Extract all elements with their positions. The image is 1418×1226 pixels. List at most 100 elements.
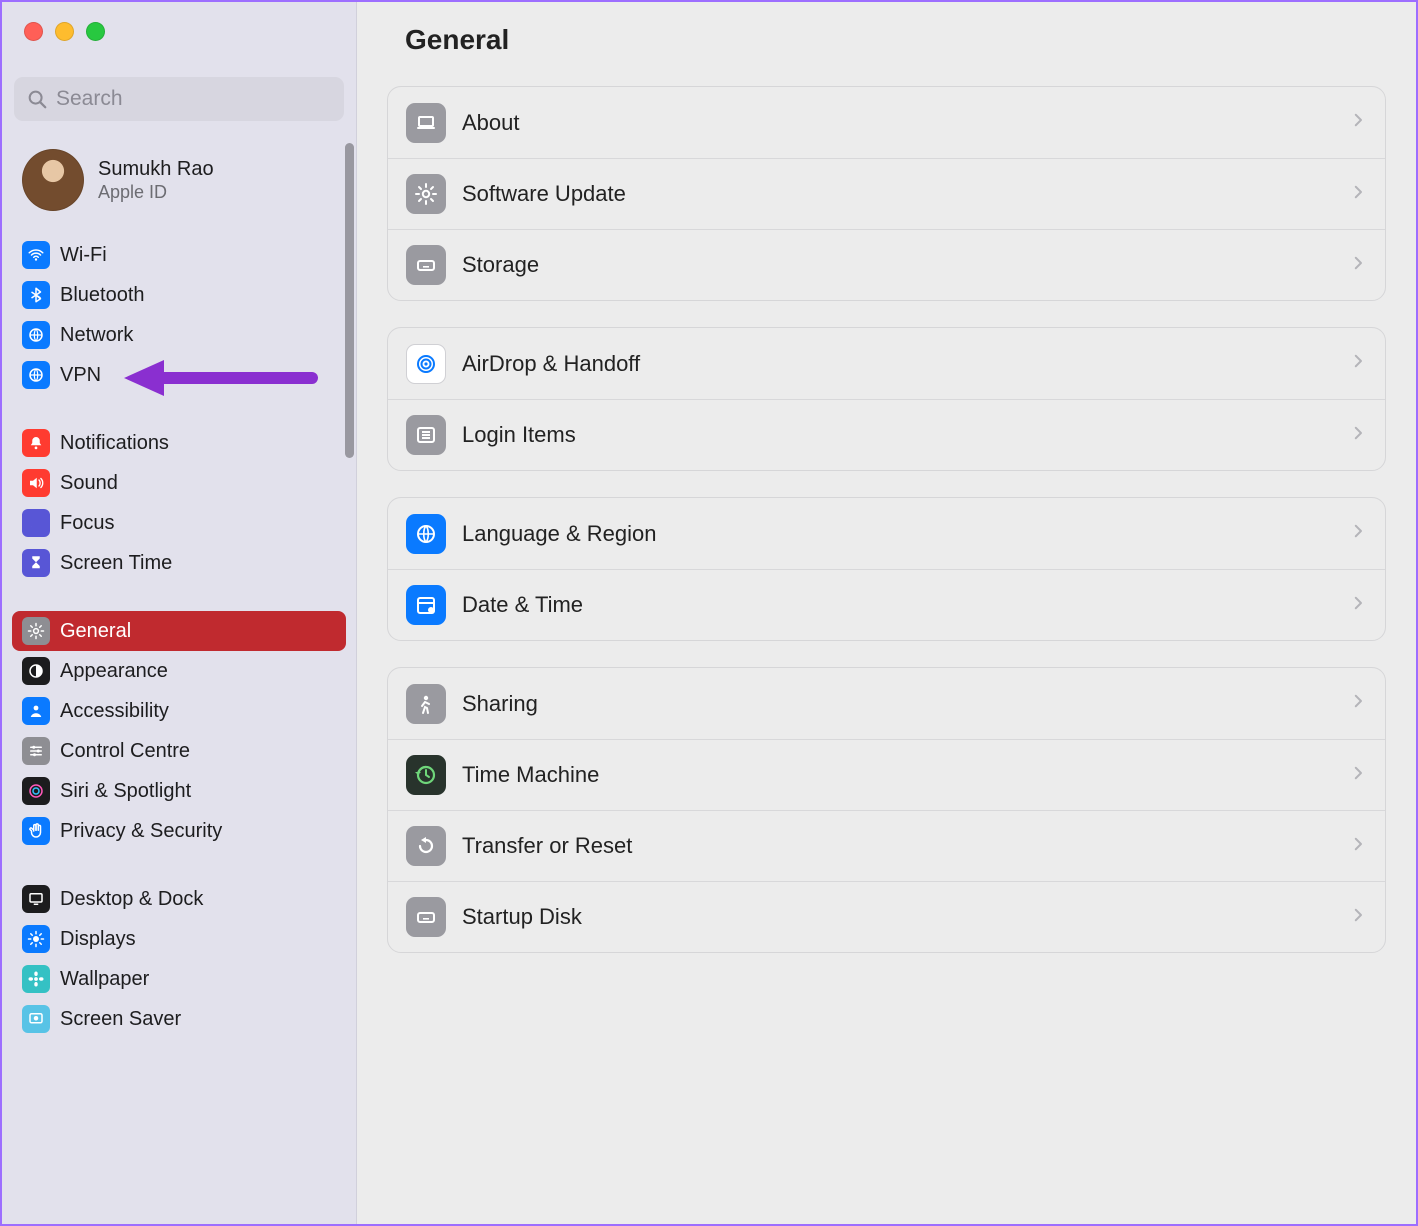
speaker-icon bbox=[22, 469, 50, 497]
search-input[interactable] bbox=[56, 87, 332, 111]
screensaver-icon bbox=[22, 1005, 50, 1033]
zoom-window-button[interactable] bbox=[86, 22, 105, 41]
sidebar-item-focus[interactable]: Focus bbox=[12, 503, 346, 543]
disk-icon bbox=[406, 897, 446, 937]
settings-row-software-update[interactable]: Software Update bbox=[388, 158, 1385, 229]
settings-panel: AboutSoftware Update Storage bbox=[387, 86, 1386, 301]
minimize-window-button[interactable] bbox=[55, 22, 74, 41]
sidebar-item-label: Bluetooth bbox=[60, 284, 145, 307]
settings-row-label: Date & Time bbox=[462, 592, 1333, 618]
sidebar-item-label: Screen Saver bbox=[60, 1008, 181, 1031]
sidebar-item-label: Wallpaper bbox=[60, 968, 149, 991]
settings-row-label: Language & Region bbox=[462, 521, 1333, 547]
sidebar-item-label: General bbox=[60, 620, 131, 643]
sidebar-item-screen-saver[interactable]: Screen Saver bbox=[12, 999, 346, 1039]
sidebar-item-wallpaper[interactable]: Wallpaper bbox=[12, 959, 346, 999]
chevron-right-icon bbox=[1349, 906, 1367, 929]
person-icon bbox=[22, 697, 50, 725]
chevron-right-icon bbox=[1349, 764, 1367, 787]
sidebar-item-desktop-dock[interactable]: Desktop & Dock bbox=[12, 879, 346, 919]
gear-icon bbox=[22, 617, 50, 645]
window-controls bbox=[2, 2, 356, 51]
sidebar-item-label: Wi-Fi bbox=[60, 244, 107, 267]
settings-row-label: Sharing bbox=[462, 691, 1333, 717]
desktop-icon bbox=[22, 885, 50, 913]
hand-icon bbox=[22, 817, 50, 845]
sidebar-item-network[interactable]: Network bbox=[12, 315, 346, 355]
close-window-button[interactable] bbox=[24, 22, 43, 41]
sidebar-group: Notifications Sound Focus Screen Time bbox=[12, 423, 346, 583]
reset-icon bbox=[406, 826, 446, 866]
laptop-icon bbox=[406, 103, 446, 143]
chevron-right-icon bbox=[1349, 424, 1367, 447]
wifi-icon bbox=[22, 241, 50, 269]
moon-icon bbox=[22, 509, 50, 537]
list-icon bbox=[406, 415, 446, 455]
settings-row-startup-disk[interactable]: Startup Disk bbox=[388, 881, 1385, 952]
chevron-right-icon bbox=[1349, 594, 1367, 617]
chevron-right-icon bbox=[1349, 835, 1367, 858]
disk-icon bbox=[406, 245, 446, 285]
bell-icon bbox=[22, 429, 50, 457]
settings-row-label: AirDrop & Handoff bbox=[462, 351, 1333, 377]
settings-row-sharing[interactable]: Sharing bbox=[388, 668, 1385, 739]
settings-row-time-machine[interactable]: Time Machine bbox=[388, 739, 1385, 810]
settings-row-airdrop-handoff[interactable]: AirDrop & Handoff bbox=[388, 328, 1385, 399]
settings-row-storage[interactable]: Storage bbox=[388, 229, 1385, 300]
sidebar-item-control-centre[interactable]: Control Centre bbox=[12, 731, 346, 771]
avatar bbox=[22, 149, 84, 211]
settings-panel: Sharing Time Machine Transfer or Reset Star… bbox=[387, 667, 1386, 953]
settings-row-transfer-or-reset[interactable]: Transfer or Reset bbox=[388, 810, 1385, 881]
sidebar-item-label: Privacy & Security bbox=[60, 820, 222, 843]
bluetooth-icon bbox=[22, 281, 50, 309]
sidebar-item-wi-fi[interactable]: Wi-Fi bbox=[12, 235, 346, 275]
sidebar-nav: Wi-Fi Bluetooth Network VPN Notifications Sou… bbox=[2, 231, 356, 1059]
account-name: Sumukh Rao bbox=[98, 157, 214, 182]
sidebar-item-general[interactable]: General bbox=[12, 611, 346, 651]
main-header: General bbox=[357, 2, 1416, 86]
main-content: General AboutSoftware Update Storage AirDr… bbox=[357, 2, 1416, 1224]
settings-window: Sumukh Rao Apple ID Wi-Fi Bluetooth Networ… bbox=[2, 2, 1416, 1224]
settings-row-label: Login Items bbox=[462, 422, 1333, 448]
sidebar-item-label: Appearance bbox=[60, 660, 168, 683]
chevron-right-icon bbox=[1349, 254, 1367, 277]
chevron-right-icon bbox=[1349, 352, 1367, 375]
settings-panel: Language & Region Date & Time bbox=[387, 497, 1386, 641]
gear-icon bbox=[406, 174, 446, 214]
sidebar-item-label: VPN bbox=[60, 364, 101, 387]
settings-row-language-region[interactable]: Language & Region bbox=[388, 498, 1385, 569]
sidebar-item-siri-spotlight[interactable]: Siri & Spotlight bbox=[12, 771, 346, 811]
sidebar-item-label: Focus bbox=[60, 512, 114, 535]
account-sub: Apple ID bbox=[98, 182, 214, 204]
settings-row-label: Startup Disk bbox=[462, 904, 1333, 930]
sidebar-item-accessibility[interactable]: Accessibility bbox=[12, 691, 346, 731]
search-field[interactable] bbox=[14, 77, 344, 121]
sidebar-item-notifications[interactable]: Notifications bbox=[12, 423, 346, 463]
settings-row-label: Transfer or Reset bbox=[462, 833, 1333, 859]
page-title: General bbox=[405, 24, 1378, 56]
sidebar-item-label: Screen Time bbox=[60, 552, 172, 575]
sidebar-group: General Appearance Accessibility Control Ce… bbox=[12, 611, 346, 851]
sidebar-item-bluetooth[interactable]: Bluetooth bbox=[12, 275, 346, 315]
chevron-right-icon bbox=[1349, 183, 1367, 206]
sidebar-item-displays[interactable]: Displays bbox=[12, 919, 346, 959]
settings-row-login-items[interactable]: Login Items bbox=[388, 399, 1385, 470]
settings-row-date-time[interactable]: Date & Time bbox=[388, 569, 1385, 640]
sidebar-item-label: Accessibility bbox=[60, 700, 169, 723]
chevron-right-icon bbox=[1349, 522, 1367, 545]
apple-id-row[interactable]: Sumukh Rao Apple ID bbox=[2, 131, 356, 231]
sidebar-item-label: Desktop & Dock bbox=[60, 888, 203, 911]
sidebar-item-privacy-security[interactable]: Privacy & Security bbox=[12, 811, 346, 851]
sun-icon bbox=[22, 925, 50, 953]
sidebar-item-label: Sound bbox=[60, 472, 118, 495]
sidebar-item-vpn[interactable]: VPN bbox=[12, 355, 346, 395]
settings-row-label: Storage bbox=[462, 252, 1333, 278]
search-icon bbox=[26, 88, 48, 110]
sidebar-scrollbar-thumb[interactable] bbox=[345, 143, 354, 458]
globe-icon bbox=[22, 361, 50, 389]
chevron-right-icon bbox=[1349, 111, 1367, 134]
sidebar-item-appearance[interactable]: Appearance bbox=[12, 651, 346, 691]
settings-row-about[interactable]: About bbox=[388, 87, 1385, 158]
sidebar-item-sound[interactable]: Sound bbox=[12, 463, 346, 503]
sidebar-item-screen-time[interactable]: Screen Time bbox=[12, 543, 346, 583]
